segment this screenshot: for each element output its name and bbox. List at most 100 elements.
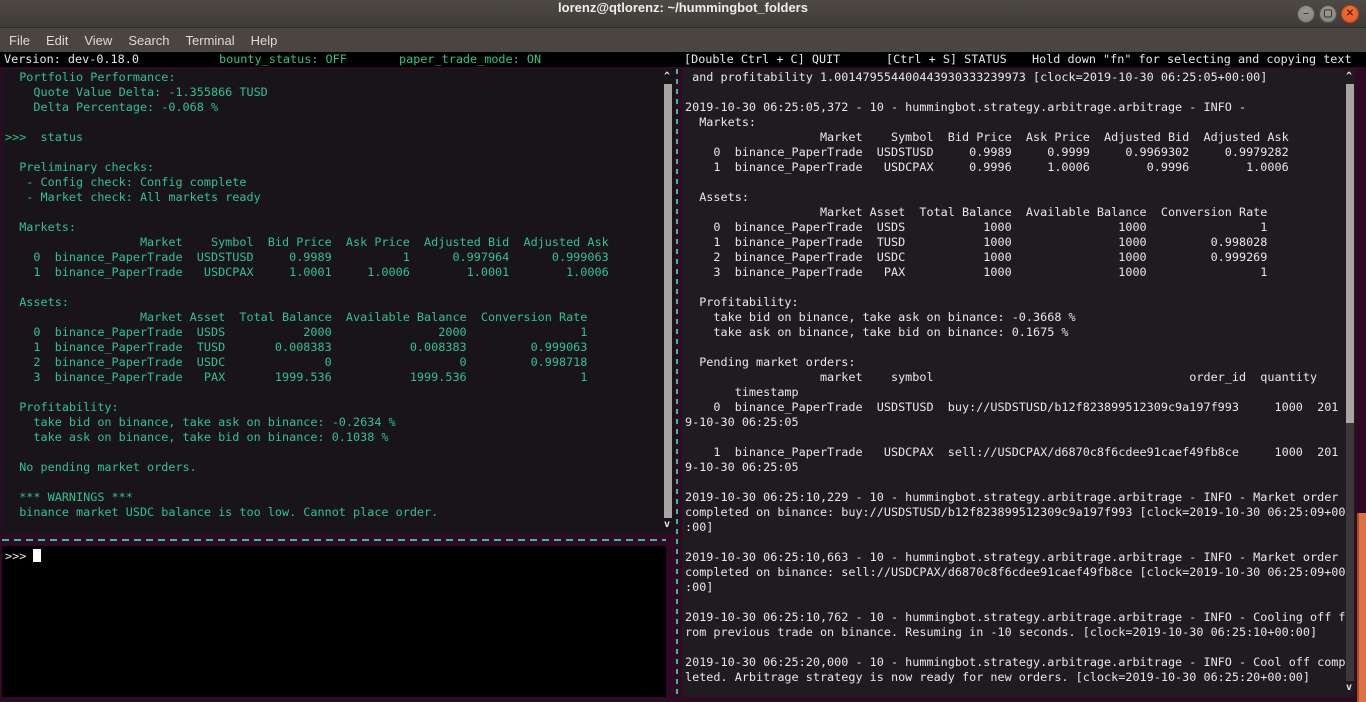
status-line [5, 205, 675, 220]
status-line: - Market check: All markets ready [5, 190, 261, 204]
status-hint: [Ctrl + S] STATUS [886, 52, 1007, 66]
log-line: 9-10-30 06:25:05 [685, 415, 799, 429]
hb-status-bar: Version: dev-0.18.0 bounty_status: OFF p… [0, 52, 1366, 67]
menu-item-edit[interactable]: Edit [46, 33, 68, 48]
status-line: 0 binance_PaperTrade USDS 2000 2000 1 [5, 325, 588, 339]
log-line: 1 binance_PaperTrade USDCPAX 0.9996 1.00… [685, 160, 1289, 174]
terminal: Version: dev-0.18.0 bounty_status: OFF p… [0, 52, 1366, 702]
status-line: 1 binance_PaperTrade USDCPAX 1.0001 1.00… [5, 265, 609, 279]
log-scroll-thumb[interactable] [1346, 84, 1354, 423]
menu-item-search[interactable]: Search [128, 33, 169, 48]
status-line [5, 145, 675, 160]
log-line: 2019-10-30 06:25:20,000 - 10 - hummingbo… [685, 655, 1346, 669]
log-line: 0 binance_PaperTrade USDSTUSD 0.9989 0.9… [685, 145, 1289, 159]
status-line: 1 binance_PaperTrade TUSD 0.008383 0.008… [5, 340, 588, 354]
status-line: Preliminary checks: [5, 160, 155, 174]
copy-hint: Hold down "fn" for selecting and copying… [1032, 52, 1352, 66]
log-line: 1 binance_PaperTrade TUSD 1000 1000 0.99… [685, 235, 1268, 249]
version-label: Version: dev-0.18.0 [4, 52, 139, 66]
status-line [5, 385, 675, 400]
log-scroll-track[interactable] [1346, 423, 1354, 681]
status-line: binance market USDC balance is too low. … [5, 505, 439, 519]
log-scroll-up-icon[interactable]: ^ [1343, 70, 1355, 84]
log-line: 2 binance_PaperTrade USDC 1000 1000 0.99… [685, 250, 1268, 264]
status-line: - Config check: Config complete [5, 175, 247, 189]
log-line: Profitability: [685, 295, 799, 309]
status-line: take ask on binance, take bid on binance… [5, 430, 389, 444]
log-line: :00] [685, 580, 714, 594]
maximize-icon: ▢ [1323, 8, 1333, 19]
terminal-overlay-scrollbar[interactable] [1357, 513, 1366, 702]
log-line: rom previous trade on binance. Resuming … [685, 625, 1318, 639]
log-pane[interactable]: and profitability 1.00147955440044393033… [682, 69, 1355, 697]
status-line [5, 445, 675, 460]
log-line: 2019-10-30 06:25:10,229 - 10 - hummingbo… [685, 490, 1346, 504]
log-line: 2019-10-30 06:25:10,663 - 10 - hummingbo… [685, 550, 1346, 564]
close-button[interactable]: ✕ [1341, 5, 1359, 23]
status-line [5, 475, 675, 490]
status-line: Quote Value Delta: -1.355866 TUSD [5, 85, 268, 99]
status-line: Market Symbol Bid Price Ask Price Adjust… [5, 235, 609, 249]
window: { "window": { "title": "lorenz@qtlorenz:… [0, 0, 1366, 702]
log-line: Market Asset Total Balance Available Bal… [685, 205, 1268, 219]
status-line: *** WARNINGS *** [5, 490, 133, 504]
log-line: Pending market orders: [685, 355, 856, 369]
status-scroll-down-icon[interactable]: v [661, 518, 673, 532]
status-scroll-up-icon[interactable]: ^ [661, 70, 673, 84]
quit-hint: [Double Ctrl + C] QUIT [684, 52, 841, 66]
status-line: Market Asset Total Balance Available Bal… [5, 310, 588, 324]
window-controls: – ▢ ✕ [1297, 5, 1359, 23]
menu-item-help[interactable]: Help [251, 33, 278, 48]
menu-item-terminal[interactable]: Terminal [186, 33, 235, 48]
log-line: market symbol order_id quantity [685, 370, 1318, 384]
titlebar[interactable]: lorenz@qtlorenz: ~/hummingbot_folders – … [0, 0, 1366, 28]
log-line: 3 binance_PaperTrade PAX 1000 1000 1 [685, 265, 1268, 279]
status-line [5, 115, 675, 130]
status-line: >>> status [5, 130, 84, 144]
minimize-icon: – [1303, 8, 1309, 19]
log-line: take ask on binance, take bid on binance… [685, 325, 1069, 339]
menu-item-file[interactable]: File [9, 33, 30, 48]
status-line: Portfolio Performance: [5, 70, 176, 84]
status-line: Profitability: [5, 400, 119, 414]
maximize-button[interactable]: ▢ [1319, 5, 1337, 23]
log-line: completed on binance: buy://USDSTUSD/b12… [685, 505, 1346, 519]
status-line: 2 binance_PaperTrade USDC 0 0 0.998718 [5, 355, 588, 369]
log-line: 2019-10-30 06:25:05,372 - 10 - hummingbo… [685, 100, 1254, 114]
log-line: 2019-10-30 06:25:10,762 - 10 - hummingbo… [685, 610, 1346, 624]
log-line: 9-10-30 06:25:05 [685, 460, 799, 474]
input-separator [2, 539, 666, 541]
command-input[interactable]: >>> [2, 546, 666, 697]
log-line: completed on binance: sell://USDCPAX/d68… [685, 565, 1346, 579]
status-pane[interactable]: Portfolio Performance: Quote Value Delta… [2, 69, 675, 534]
status-line: Assets: [5, 295, 69, 309]
log-line: Market Symbol Bid Price Ask Price Adjust… [685, 130, 1289, 144]
status-pane-content: Portfolio Performance: Quote Value Delta… [5, 70, 675, 520]
log-scroll-down-icon[interactable]: v [1343, 681, 1355, 695]
status-line: No pending market orders. [5, 460, 197, 474]
minimize-button[interactable]: – [1297, 5, 1315, 23]
log-pane-content: and profitability 1.00147955440044393033… [685, 70, 1355, 685]
status-line: Delta Percentage: -0.068 % [5, 100, 219, 114]
close-icon: ✕ [1345, 8, 1355, 19]
status-scroll-thumb[interactable] [664, 84, 672, 518]
menu-item-view[interactable]: View [84, 33, 112, 48]
log-line: timestamp [685, 385, 799, 399]
log-line: leted. Arbitrage strategy is now ready f… [685, 670, 1311, 684]
status-line: take bid on binance, take ask on binance… [5, 415, 396, 429]
text-cursor [33, 549, 42, 562]
log-line: 0 binance_PaperTrade USDSTUSD buy://USDS… [685, 400, 1339, 414]
paper-trade-mode-label: paper_trade_mode: ON [399, 52, 542, 66]
log-line: 1 binance_PaperTrade USDCPAX sell://USDC… [685, 445, 1339, 459]
bounty-status-label: bounty_status: OFF [219, 52, 347, 66]
status-line: Markets: [5, 220, 77, 234]
status-line: 0 binance_PaperTrade USDSTUSD 0.9989 1 0… [5, 250, 609, 264]
